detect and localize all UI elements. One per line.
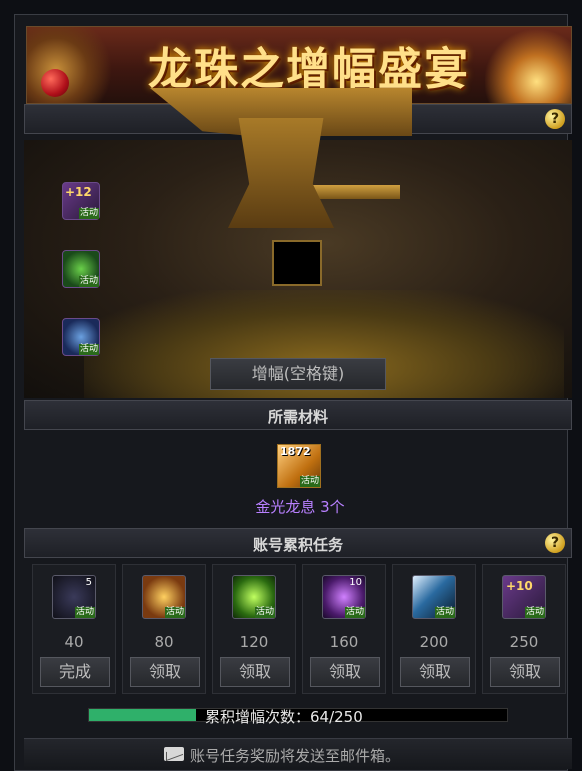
plus-10-icon: +10 活动 [502, 575, 546, 619]
materials-title: 所需材料 [267, 408, 328, 426]
event-badge: 活动 [434, 607, 455, 618]
event-badge: 活动 [74, 607, 95, 618]
event-badge: 活动 [299, 476, 320, 487]
task-card: 10 活动 160 领取 [302, 564, 386, 694]
green-lock-orb-icon[interactable]: 活动 [62, 250, 100, 288]
task-claim-button[interactable]: 领取 [220, 657, 290, 687]
task-threshold: 120 [239, 633, 269, 651]
task-threshold: 40 [64, 633, 84, 651]
task-claim-button[interactable]: 领取 [130, 657, 200, 687]
dragon-breath-material-icon[interactable]: 1872 活动 [277, 444, 321, 488]
help-icon[interactable]: ? [545, 109, 565, 129]
task-complete-button[interactable]: 完成 [40, 657, 110, 687]
event-badge: 活动 [254, 607, 275, 618]
footer-text: 账号任务奖励将发送至邮件箱。 [190, 747, 401, 765]
side-item-1[interactable]: +12 活动 [62, 182, 100, 220]
event-badge: 活动 [164, 607, 185, 618]
gold-seal-icon: 活动 [142, 575, 186, 619]
task-claim-button[interactable]: 领取 [490, 657, 560, 687]
blue-lock-orb-icon[interactable]: 活动 [62, 318, 100, 356]
event-badge: 活动 [344, 607, 365, 618]
task-card: +10 活动 250 领取 [482, 564, 566, 694]
footer-notice: 账号任务奖励将发送至邮件箱。 [24, 738, 572, 769]
banner-title: 龙珠之增幅盛宴 [148, 44, 470, 95]
event-badge: 活动 [78, 276, 99, 287]
task-card: 活动 80 领取 [122, 564, 206, 694]
material-count: 1872 [280, 445, 311, 458]
red-orb-icon [41, 69, 69, 97]
help-icon[interactable]: ? [545, 533, 565, 553]
event-badge: 活动 [78, 208, 99, 219]
item-slot[interactable] [272, 240, 322, 286]
task-threshold: 80 [154, 633, 174, 651]
event-badge: 活动 [78, 344, 99, 355]
mail-icon [164, 747, 184, 761]
task-threshold: 160 [329, 633, 359, 651]
tasks-title: 账号累积任务 [252, 536, 343, 554]
task-card: 活动 200 领取 [392, 564, 476, 694]
hammer-icon: 活动 [412, 575, 456, 619]
task-card: 活动 120 领取 [212, 564, 296, 694]
materials-header: 所需材料 [24, 400, 572, 430]
progress-fill [89, 709, 196, 721]
task-claim-button[interactable]: 领取 [400, 657, 470, 687]
task-card: 5 活动 40 完成 [32, 564, 116, 694]
event-badge: 活动 [524, 607, 545, 618]
green-orb-icon: 活动 [232, 575, 276, 619]
task-threshold: 200 [419, 633, 449, 651]
progress-label: 累积增幅次数：64/250 [205, 708, 363, 726]
purple-orb-icon: 10 活动 [322, 575, 366, 619]
task-threshold: 250 [509, 633, 539, 651]
amplify-button[interactable]: 增幅(空格键) [210, 358, 386, 390]
tasks-header: 账号累积任务 ? [24, 528, 572, 558]
glowing-hammer-icon [485, 27, 571, 103]
task-claim-button[interactable]: 领取 [310, 657, 380, 687]
gold-check-icon: 5 活动 [52, 575, 96, 619]
material-name: 金光龙息 3个 [255, 498, 345, 516]
